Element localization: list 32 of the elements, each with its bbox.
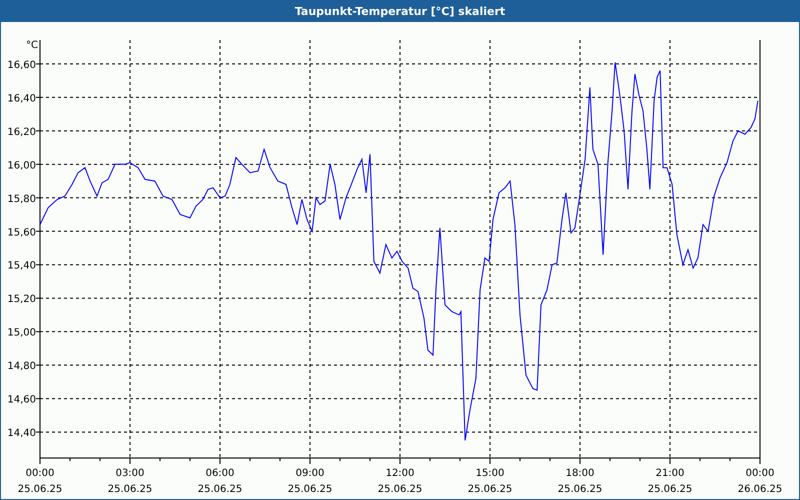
axis-date-label: 26.06.25 bbox=[738, 484, 782, 495]
axis-tick-label: 15,00 bbox=[7, 328, 36, 339]
axis-tick-label: 00:00 bbox=[26, 468, 54, 479]
axis-unit-label: °C bbox=[26, 40, 38, 51]
axis-date-label: 25.06.25 bbox=[108, 484, 152, 495]
axis-tick-label: 15,80 bbox=[7, 194, 36, 205]
axis-tick-label: 16,60 bbox=[7, 60, 36, 71]
axis-tick-label: 09:00 bbox=[296, 468, 324, 479]
axis-date-label: 25.06.25 bbox=[648, 484, 692, 495]
axis-tick-label: 15:00 bbox=[476, 468, 504, 479]
axis-tick-label: 16,40 bbox=[7, 93, 36, 104]
axis-date-label: 25.06.25 bbox=[18, 484, 62, 495]
axis-tick-label: 15,40 bbox=[7, 260, 36, 272]
axis-date-label: 25.06.25 bbox=[558, 484, 602, 495]
axis-date-label: 25.06.25 bbox=[288, 484, 332, 495]
axis-tick-label: 14,80 bbox=[7, 361, 36, 372]
axis-tick-label: 12:00 bbox=[386, 468, 414, 479]
axis-date-label: 25.06.25 bbox=[468, 484, 512, 495]
axis-date-label: 25.06.25 bbox=[378, 484, 422, 495]
axis-tick-label: 15,60 bbox=[7, 227, 36, 238]
axis-tick-label: 16,00 bbox=[7, 160, 36, 172]
window-title: Taupunkt-Temperatur [°C] skaliert bbox=[294, 4, 506, 18]
axis-tick-label: 15,20 bbox=[7, 294, 36, 306]
axis-date-label: 25.06.25 bbox=[198, 484, 242, 495]
axis-tick-label: 03:00 bbox=[116, 468, 144, 479]
axis-tick-label: 18:00 bbox=[566, 468, 594, 479]
axis-tick-label: 00:00 bbox=[746, 468, 774, 479]
axis-tick-label: 16,20 bbox=[7, 126, 36, 138]
axis-tick-label: 21:00 bbox=[656, 468, 684, 479]
axis-tick-label: 14,40 bbox=[7, 428, 36, 440]
axis-tick-label: 06:00 bbox=[206, 468, 234, 479]
axis-tick-label: 14,60 bbox=[7, 394, 36, 406]
